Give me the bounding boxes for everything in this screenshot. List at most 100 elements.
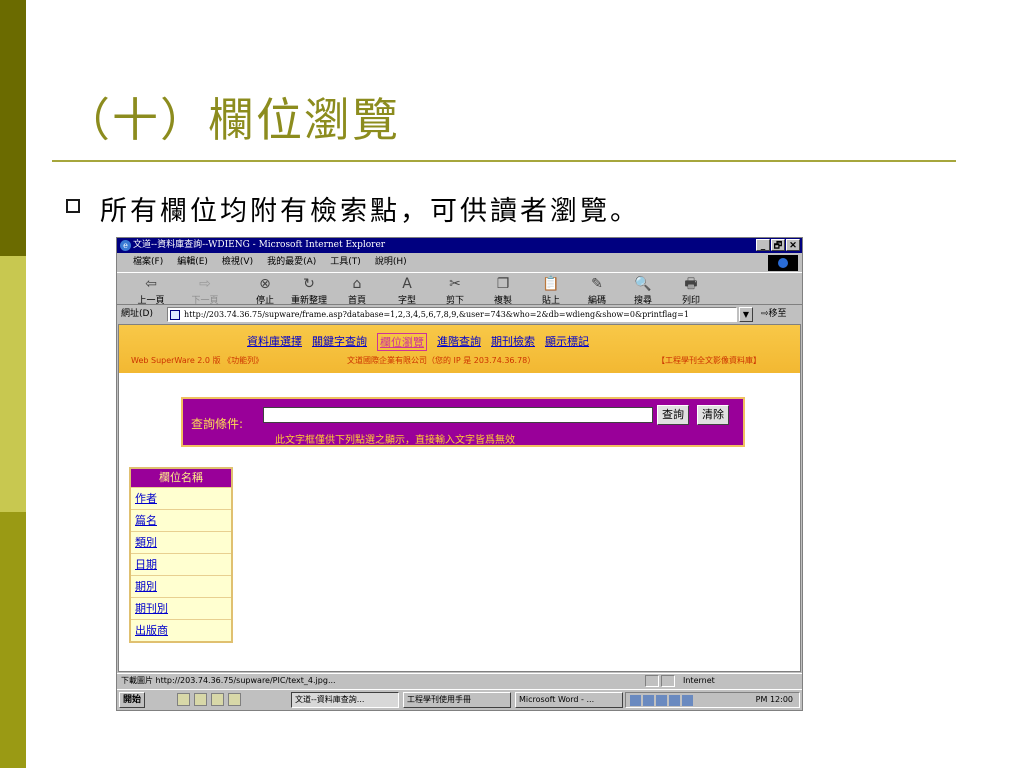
paste-icon: 📋 bbox=[542, 276, 560, 292]
restore-button[interactable]: 🗗 bbox=[771, 239, 785, 251]
query-clear-button[interactable]: 清除 bbox=[697, 405, 729, 425]
field-link-issue[interactable]: 期別 bbox=[135, 580, 157, 593]
menu-tools[interactable]: 工具(T) bbox=[330, 253, 361, 271]
nav-keyword-search[interactable]: 關鍵字查詢 bbox=[312, 333, 367, 351]
home-button[interactable]: ⌂ 首頁 bbox=[337, 276, 377, 306]
address-label: 網址(D) bbox=[121, 309, 153, 319]
tray-icon[interactable] bbox=[656, 695, 667, 706]
task-browser[interactable]: 文道--資料庫查詢... bbox=[291, 692, 399, 708]
back-arrow-icon: ⇦ bbox=[145, 276, 157, 292]
list-item: 出版商 bbox=[131, 619, 231, 641]
task-manual[interactable]: 工程學刊使用手冊 bbox=[403, 692, 511, 708]
field-link-publisher[interactable]: 出版商 bbox=[135, 624, 168, 637]
tray-icon[interactable] bbox=[682, 695, 693, 706]
menu-favorites[interactable]: 我的最愛(A) bbox=[267, 253, 316, 271]
version-text: Web SuperWare 2.0 版 《功能列》 bbox=[131, 356, 264, 365]
address-input[interactable]: http://203.74.36.75/supware/frame.asp?da… bbox=[167, 307, 737, 322]
menu-edit[interactable]: 編輯(E) bbox=[177, 253, 208, 271]
bullet-text: 所有欄位均附有檢索點，可供讀者瀏覽。 bbox=[100, 196, 640, 227]
font-button[interactable]: A 字型 bbox=[387, 276, 427, 306]
quick-launch-ie-icon[interactable] bbox=[177, 693, 190, 706]
page-icon bbox=[170, 310, 180, 320]
refresh-icon: ↻ bbox=[303, 276, 315, 292]
field-link-date[interactable]: 日期 bbox=[135, 558, 157, 571]
field-list: 欄位名稱 作者 篇名 類別 日期 期別 期刊別 出版商 bbox=[129, 467, 233, 643]
field-link-journal[interactable]: 期刊別 bbox=[135, 602, 168, 615]
menu-file[interactable]: 檔案(F) bbox=[133, 253, 163, 271]
bullet-square-icon bbox=[66, 199, 80, 213]
home-icon: ⌂ bbox=[352, 276, 362, 292]
status-bar: 下載圖片 http://203.74.36.75/supware/PIC/tex… bbox=[117, 673, 802, 687]
address-bar: 網址(D) http://203.74.36.75/supware/frame.… bbox=[117, 306, 802, 323]
ie-logo-icon: e bbox=[120, 240, 131, 251]
cut-button[interactable]: ✂ 剪下 bbox=[435, 276, 475, 306]
quick-launch bbox=[177, 693, 241, 706]
encoding-button[interactable]: ✎ 編碼 bbox=[577, 276, 617, 306]
close-button[interactable]: ✕ bbox=[786, 239, 800, 251]
printer-icon: 🖶 bbox=[684, 276, 698, 292]
print-button[interactable]: 🖶 列印 bbox=[671, 276, 711, 306]
nav-advanced-search[interactable]: 進階查詢 bbox=[437, 333, 481, 351]
menu-help[interactable]: 說明(H) bbox=[375, 253, 407, 271]
tray-icons bbox=[630, 695, 693, 706]
paste-button[interactable]: 📋 貼上 bbox=[531, 276, 571, 306]
query-input[interactable] bbox=[263, 407, 653, 423]
window-controls: _ 🗗 ✕ bbox=[756, 239, 800, 251]
refresh-button[interactable]: ↻ 重新整理 bbox=[289, 276, 329, 306]
stop-button[interactable]: ⊗ 停止 bbox=[245, 276, 285, 306]
status-cells bbox=[645, 675, 675, 687]
list-item: 期別 bbox=[131, 575, 231, 597]
query-search-button[interactable]: 查詢 bbox=[657, 405, 689, 425]
side-bar-segment-top bbox=[0, 0, 26, 256]
quick-launch-folder-icon[interactable] bbox=[211, 693, 224, 706]
quick-launch-desktop-icon[interactable] bbox=[194, 693, 207, 706]
status-text: 下載圖片 http://203.74.36.75/supware/PIC/tex… bbox=[121, 676, 336, 685]
security-zone: Internet bbox=[683, 676, 715, 685]
window-title: 文道--資料庫查詢--WDIENG - Microsoft Internet E… bbox=[133, 240, 386, 250]
menu-bar: 檔案(F) 編輯(E) 檢視(V) 我的最愛(A) 工具(T) 說明(H) bbox=[117, 253, 802, 271]
field-link-author[interactable]: 作者 bbox=[135, 492, 157, 505]
nav-database-select[interactable]: 資料庫選擇 bbox=[247, 333, 302, 351]
list-item: 日期 bbox=[131, 553, 231, 575]
list-item: 類別 bbox=[131, 531, 231, 553]
field-list-header: 欄位名稱 bbox=[131, 469, 231, 487]
address-url: http://203.74.36.75/supware/frame.asp?da… bbox=[184, 310, 689, 319]
back-button[interactable]: ⇦ 上一頁 bbox=[131, 276, 171, 306]
browser-window: e 文道--資料庫查詢--WDIENG - Microsoft Internet… bbox=[116, 237, 803, 711]
forward-button[interactable]: ⇨ 下一頁 bbox=[185, 276, 225, 306]
quick-launch-explorer-icon[interactable] bbox=[228, 693, 241, 706]
nav-field-browse[interactable]: 欄位瀏覽 bbox=[377, 333, 427, 351]
function-band: 資料庫選擇 關鍵字查詢 欄位瀏覽 進階查詢 期刊檢索 顯示標記 Web Supe… bbox=[119, 325, 800, 373]
clock: PM 12:00 bbox=[755, 695, 793, 704]
side-bar-segment-middle bbox=[0, 256, 26, 512]
query-panel: 查詢條件: 查詢 清除 此文字框僅供下列點選之顯示，直接輸入文字皆爲無效 bbox=[181, 397, 745, 447]
tray-icon[interactable] bbox=[669, 695, 680, 706]
field-link-category[interactable]: 類別 bbox=[135, 536, 157, 549]
copy-button[interactable]: ❐ 複製 bbox=[483, 276, 523, 306]
list-item: 作者 bbox=[131, 487, 231, 509]
task-word[interactable]: Microsoft Word - ... bbox=[515, 692, 623, 708]
company-text: 文道國際企業有限公司（您的 IP 是 203.74.36.78） bbox=[347, 356, 536, 365]
title-divider bbox=[52, 160, 956, 162]
nav-show-marks[interactable]: 顯示標記 bbox=[545, 333, 589, 351]
toolbar: ⇦ 上一頁 ⇨ 下一頁 ⊗ 停止 ↻ 重新整理 ⌂ 首頁 A 字型 ✂ 剪下 ❐ 複製 📋 貼上 … bbox=[117, 272, 802, 306]
list-item: 期刊別 bbox=[131, 597, 231, 619]
search-icon: 🔍 bbox=[634, 276, 652, 292]
stop-icon: ⊗ bbox=[259, 276, 271, 292]
go-button[interactable]: ⇨移至 bbox=[761, 306, 787, 323]
forward-arrow-icon: ⇨ bbox=[199, 276, 211, 292]
window-titlebar: e 文道--資料庫查詢--WDIENG - Microsoft Internet… bbox=[117, 238, 802, 253]
tray-icon[interactable] bbox=[630, 695, 641, 706]
system-tray: PM 12:00 bbox=[625, 692, 800, 708]
nav-journal-search[interactable]: 期刊檢索 bbox=[491, 333, 535, 351]
address-dropdown-button[interactable]: ▼ bbox=[739, 307, 753, 322]
minimize-button[interactable]: _ bbox=[756, 239, 770, 251]
database-name: 【工程學刊全文影像資料庫】 bbox=[657, 356, 761, 365]
ie-throbber-globe-icon bbox=[768, 255, 798, 271]
menu-view[interactable]: 檢視(V) bbox=[222, 253, 253, 271]
search-button[interactable]: 🔍 搜尋 bbox=[623, 276, 663, 306]
start-button[interactable]: 開始 bbox=[119, 692, 146, 708]
field-link-title[interactable]: 篇名 bbox=[135, 514, 157, 527]
slide-side-bar bbox=[0, 0, 26, 768]
tray-icon[interactable] bbox=[643, 695, 654, 706]
